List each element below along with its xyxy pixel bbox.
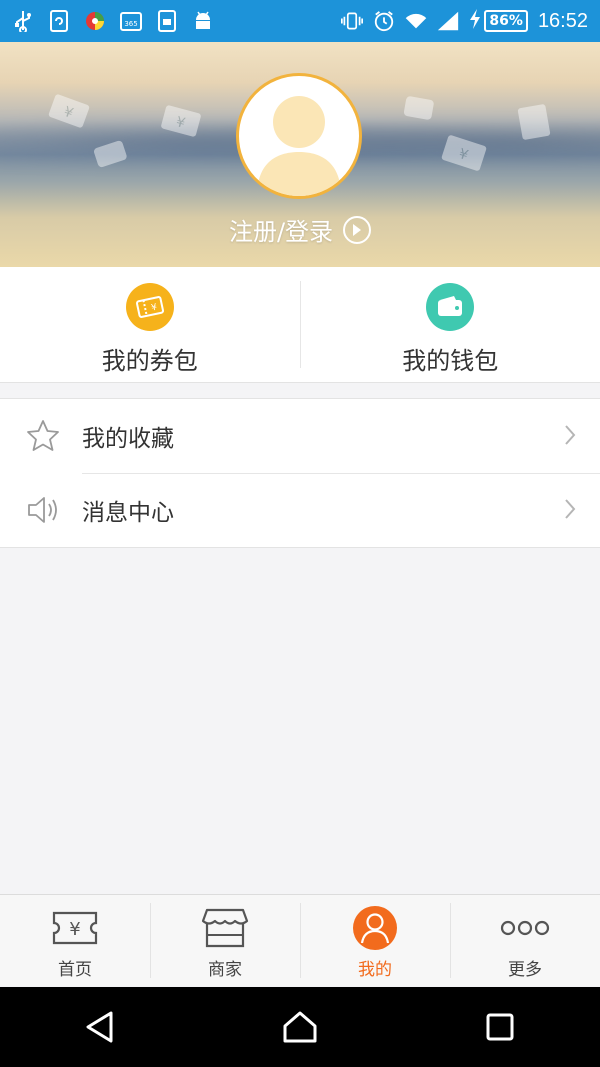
app-icon: [84, 10, 106, 32]
coupon-yen-icon: ¥: [50, 905, 100, 951]
arrow-right-icon: [343, 215, 372, 244]
store-icon: [200, 905, 250, 951]
tab-mine[interactable]: 我的: [300, 895, 450, 986]
avatar[interactable]: [236, 73, 362, 199]
decor-coupon-icon: [517, 104, 551, 140]
battery-level: 86%: [484, 10, 528, 32]
bottom-tab-bar: ¥ 首页 商家 我的 更多: [0, 894, 600, 986]
recents-square-icon: [486, 1013, 514, 1041]
svg-text:365: 365: [124, 20, 137, 28]
decor-coupon-icon: ¥: [441, 135, 487, 171]
vibrate-icon: [341, 10, 364, 32]
sim-icon: [156, 10, 178, 32]
favorites-label: 我的收藏: [82, 426, 174, 452]
wifi-icon: [405, 10, 427, 32]
tab-merchants-label: 商家: [208, 960, 242, 980]
wallet-icon: [426, 283, 475, 331]
profile-header: ¥ ¥ ¥ 注册/登录: [0, 42, 600, 267]
menu-list: 我的收藏 消息中心: [0, 398, 600, 548]
chevron-right-icon: [564, 498, 576, 524]
back-button[interactable]: [70, 997, 130, 1057]
login-label: 注册/登录: [228, 218, 334, 246]
home-button[interactable]: [270, 997, 330, 1057]
favorites-item[interactable]: 我的收藏: [0, 399, 600, 473]
ticket-icon: ¥: [125, 283, 174, 331]
message-center-label: 消息中心: [82, 500, 174, 526]
star-icon: [24, 417, 62, 455]
speaker-icon: [24, 491, 62, 529]
tab-more-label: 更多: [508, 960, 542, 980]
decor-wallet-icon: [93, 140, 127, 168]
svg-text:¥: ¥: [69, 919, 80, 940]
my-coupons-label: 我的券包: [101, 347, 198, 375]
tab-mine-label: 我的: [358, 960, 392, 980]
login-link[interactable]: 注册/登录: [0, 212, 600, 247]
usb-icon: [12, 10, 34, 32]
android-icon: [192, 10, 214, 32]
calendar-365-icon: 365: [120, 10, 142, 32]
my-wallet-label: 我的钱包: [402, 347, 499, 375]
svg-text:¥: ¥: [150, 303, 158, 314]
signal-icon: [437, 10, 459, 32]
decor-coupon-icon: ¥: [48, 94, 90, 128]
tab-more[interactable]: 更多: [450, 895, 600, 986]
decor-coupon-icon: ¥: [161, 105, 201, 137]
person-icon: [350, 905, 400, 951]
decor-wallet-icon: [403, 96, 434, 120]
charging-icon: [469, 8, 481, 34]
tab-home[interactable]: ¥ 首页: [0, 895, 150, 986]
chevron-right-icon: [564, 424, 576, 450]
system-nav-bar: [0, 987, 600, 1067]
default-avatar-icon: [257, 96, 341, 196]
my-coupons-button[interactable]: ¥ 我的券包: [0, 267, 300, 382]
tab-merchants[interactable]: 商家: [150, 895, 300, 986]
status-time: 16:52: [537, 9, 588, 32]
sync-icon: [48, 10, 70, 32]
more-icon: [500, 905, 550, 951]
alarm-icon: [373, 10, 395, 32]
wallet-row: ¥ 我的券包 我的钱包: [0, 267, 600, 383]
home-icon: [283, 1011, 317, 1043]
status-bar: 365 86% 16:52: [0, 0, 600, 42]
message-center-item[interactable]: 消息中心: [0, 473, 600, 547]
tab-home-label: 首页: [58, 960, 92, 980]
my-wallet-button[interactable]: 我的钱包: [301, 267, 600, 382]
recents-button[interactable]: [470, 997, 530, 1057]
back-triangle-icon: [86, 1011, 113, 1043]
